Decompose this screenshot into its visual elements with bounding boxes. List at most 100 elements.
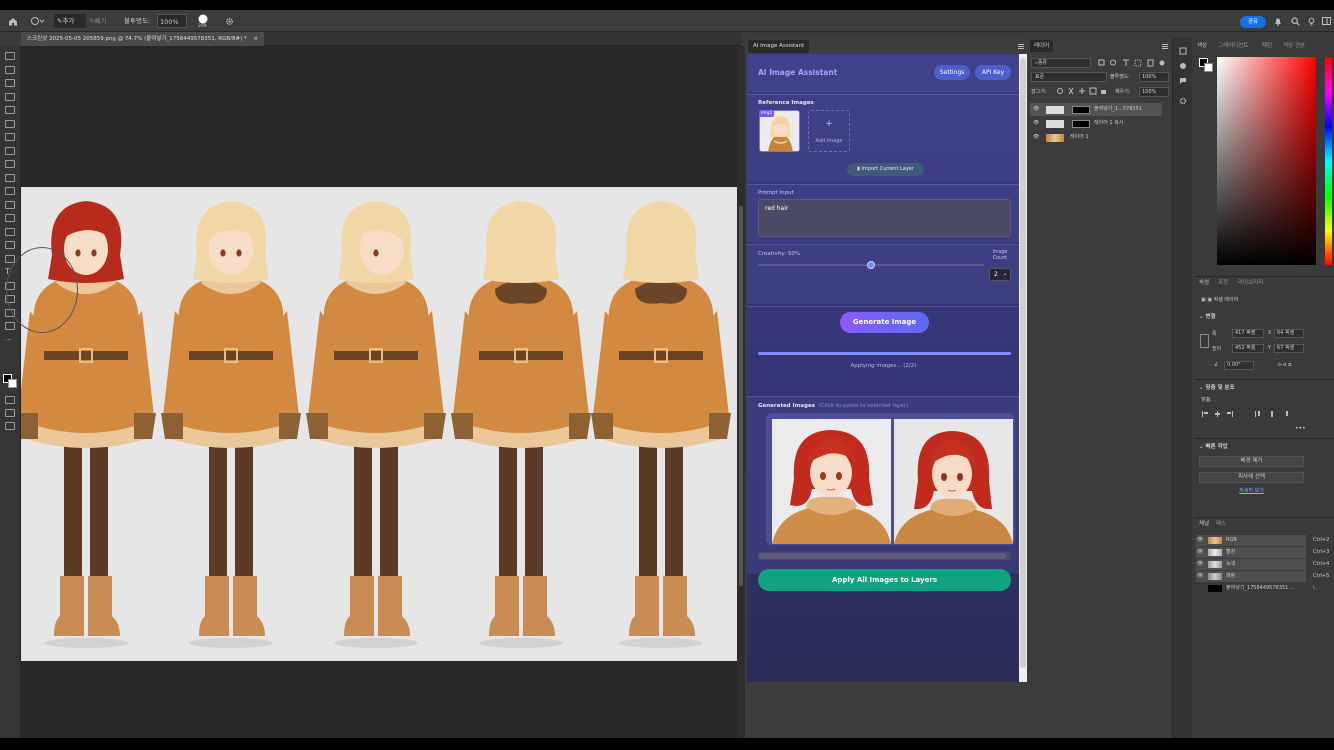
channel-row[interactable]: 👁 녹색 Ctrl+4 [1196,559,1329,570]
tab-pattern[interactable]: 패턴 [1262,40,1272,52]
move-tool-icon[interactable] [5,52,15,60]
opacity-field[interactable]: 100% [157,14,187,28]
tab-libraries[interactable]: 라이브러리 [1238,277,1263,289]
eye-icon[interactable]: 👁 [1033,103,1039,116]
tab-swatches[interactable]: 색상 견본 [1283,40,1305,52]
align-icons[interactable] [1200,409,1300,419]
share-button[interactable]: 공유 [1240,16,1266,28]
eraser-tool-icon[interactable] [5,200,15,209]
comments-icon[interactable] [1178,76,1188,86]
w-field[interactable]: 417 픽셀 [1232,329,1264,338]
layers-menu-icon[interactable] [1160,41,1170,51]
add-image-button[interactable]: + Add Image [808,110,850,152]
swatches-icon[interactable] [1178,61,1188,71]
blend-mode-select[interactable]: 표준 [1031,72,1107,82]
import-current-layer-button[interactable]: ▮ Import Current Layer [847,163,924,176]
color-field[interactable] [1217,57,1316,265]
generated-image-2[interactable] [894,419,1013,544]
search-icon[interactable] [1289,15,1301,27]
generated-horizontal-scrollbar[interactable] [758,552,1011,560]
zoom-tool-icon[interactable] [5,322,15,330]
learn-more-link[interactable]: 자세히 보기 [1199,487,1304,494]
link-proportions-icon[interactable] [1200,334,1209,348]
plugin-gear-icon[interactable] [1178,96,1188,106]
generate-image-button[interactable]: Generate Image [840,312,929,333]
gear-icon[interactable] [223,14,235,28]
more-options-icon[interactable]: ••• [1295,425,1306,432]
layer-row[interactable]: 👁 레이어 1 [1030,131,1162,144]
fill-field[interactable]: 100% [1139,87,1169,97]
creativity-slider-thumb[interactable] [867,261,875,269]
tab-channels[interactable]: 채널 [1199,518,1209,530]
plugin-icon[interactable] [5,422,15,430]
hue-slider[interactable] [1325,57,1332,265]
document-tab[interactable]: 스크린샷 2025-05-05 205859.png @ 74.7% (붙여넣기… [21,32,265,46]
tab-gradient[interactable]: 그레이디언트 [1218,40,1248,52]
apply-all-images-button[interactable]: Apply All Images to Layers [758,569,1011,591]
eye-icon[interactable]: 👁 [1197,535,1203,546]
eyedropper-tool-icon[interactable] [5,133,15,141]
tab-properties[interactable]: 속성 [1199,277,1209,289]
brush-tool-icon[interactable] [5,160,15,168]
clone-stamp-tool-icon[interactable] [5,173,15,182]
eye-icon[interactable]: 👁 [1197,559,1203,570]
panel-menu-icon[interactable] [1016,41,1026,51]
layer-row[interactable]: 👁 레이어 1 복사 [1030,117,1162,130]
canvas-vertical-scrollbar[interactable] [737,46,745,738]
h-field[interactable]: 452 픽셀 [1232,344,1264,353]
bell-icon[interactable] [1272,15,1284,27]
brush-mode-subtract[interactable]: ✎빼기 [89,14,119,28]
dodge-tool-icon[interactable] [5,241,15,249]
brush-mode-add[interactable]: ✎추가 [54,14,86,28]
close-tab-icon[interactable]: × [253,36,258,42]
api-key-button[interactable]: API Key [975,65,1011,80]
brush-preset-icon[interactable] [28,14,46,28]
eye-icon[interactable]: 👁 [1197,571,1203,582]
tab-paths[interactable]: 패스 [1216,518,1226,530]
channel-row[interactable]: 👁 빨강 Ctrl+3 [1196,547,1329,558]
quick-mask-icon[interactable] [5,396,15,404]
ai-assistant-tab[interactable]: AI Image Assistant [748,40,810,53]
flip-icons[interactable]: ⊳⊲ ⧖ [1278,362,1291,368]
channel-row[interactable]: 붙여넣기_1758449578351 ... \ [1196,583,1315,594]
remove-background-button[interactable]: 배경 제거 [1199,456,1304,467]
x-field[interactable]: 64 픽셀 [1274,329,1304,338]
more-tools-icon[interactable]: ··· [5,336,15,344]
healing-brush-tool-icon[interactable] [5,146,15,155]
prompt-input[interactable]: red hair [758,199,1011,237]
angle-field[interactable]: 0.00° [1224,361,1254,370]
eye-icon[interactable]: 👁 [1033,131,1039,144]
lock-icons[interactable] [1057,87,1107,95]
blur-tool-icon[interactable] [5,227,15,236]
quick-select-tool-icon[interactable] [5,92,15,101]
workspace-icon[interactable] [1320,15,1332,27]
discover-bulb-icon[interactable] [1305,15,1317,27]
crop-tool-icon[interactable] [5,106,15,114]
select-subject-button[interactable]: 피사체 선택 [1199,472,1304,483]
tab-color[interactable]: 색상 [1197,40,1207,52]
settings-button[interactable]: Settings [934,65,970,80]
eye-icon[interactable]: 👁 [1033,117,1039,130]
y-field[interactable]: 67 픽셀 [1274,344,1304,353]
layer-filter-select[interactable]: ⌕종류 [1031,58,1091,68]
layer-row[interactable]: 👁 붙여넣기_1...578351 [1030,103,1162,116]
canvas-image[interactable] [21,187,737,661]
screen-mode-icon[interactable] [5,409,15,417]
layer-opacity-field[interactable]: 100% [1139,72,1169,82]
tab-layers[interactable]: 레이어 [1030,40,1054,52]
marquee-tool-icon[interactable] [5,65,15,74]
background-color-swatch[interactable] [8,379,17,388]
history-brush-tool-icon[interactable] [5,187,15,195]
ai-panel-scrollbar[interactable] [1019,54,1027,682]
eye-icon[interactable]: 👁 [1197,547,1203,558]
history-icon[interactable] [1178,46,1188,56]
home-icon[interactable] [6,14,20,28]
background-swatch[interactable] [1204,63,1213,72]
tab-adjustments[interactable]: 조정 [1218,277,1228,289]
frame-tool-icon[interactable] [5,119,15,128]
image-count-select[interactable]: 2 ⌄ [989,268,1011,281]
channel-row[interactable]: 👁 파랑 Ctrl+5 [1196,571,1329,582]
generated-image-1[interactable] [772,419,891,544]
channel-row[interactable]: 👁 RGB Ctrl+2 [1196,535,1329,546]
lasso-tool-icon[interactable] [5,79,15,87]
